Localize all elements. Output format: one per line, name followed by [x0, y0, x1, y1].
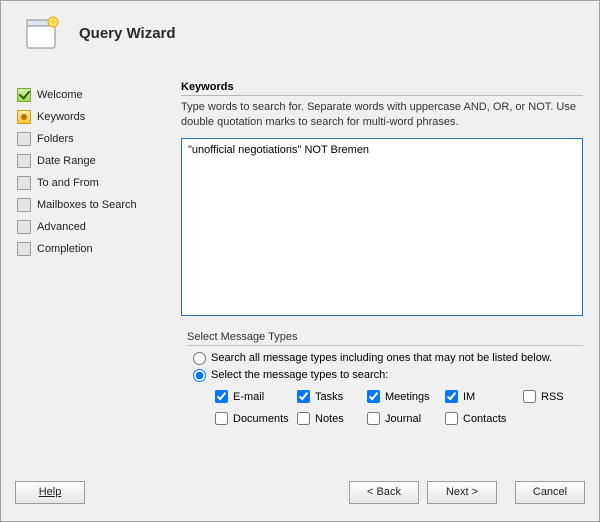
type-documents-checkbox[interactable] [215, 412, 228, 425]
radio-select-types[interactable]: Select the message types to search: [193, 369, 583, 382]
check-icon [17, 88, 31, 102]
type-documents-label: Documents [233, 413, 289, 425]
type-email-checkbox[interactable] [215, 390, 228, 403]
type-contacts-label: Contacts [463, 413, 506, 425]
type-meetings-label: Meetings [385, 391, 430, 403]
type-journal-label: Journal [385, 413, 421, 425]
step-label: Folders [37, 133, 74, 145]
message-types-group: Select Message Types Search all message … [181, 331, 583, 430]
wizard-title: Query Wizard [79, 25, 176, 42]
type-im-label: IM [463, 391, 475, 403]
radio-select-types-input[interactable] [193, 369, 206, 382]
pending-step-icon [17, 176, 31, 190]
type-contacts[interactable]: Contacts [445, 408, 523, 430]
type-rss[interactable]: RSS [523, 386, 583, 408]
next-button[interactable]: Next > [427, 481, 497, 504]
radio-search-all[interactable]: Search all message types including ones … [193, 352, 583, 365]
step-label: Date Range [37, 155, 96, 167]
type-email-label: E-mail [233, 391, 264, 403]
step-keywords[interactable]: Keywords [17, 107, 161, 127]
step-date-range[interactable]: Date Range [17, 151, 161, 171]
radio-search-all-input[interactable] [193, 352, 206, 365]
type-journal-checkbox[interactable] [367, 412, 380, 425]
type-rss-label: RSS [541, 391, 564, 403]
type-email[interactable]: E-mail [215, 386, 297, 408]
type-meetings-checkbox[interactable] [367, 390, 380, 403]
type-notes-label: Notes [315, 413, 344, 425]
help-button[interactable]: Help [15, 481, 85, 504]
type-contacts-checkbox[interactable] [445, 412, 458, 425]
step-completion[interactable]: Completion [17, 239, 161, 259]
step-label: To and From [37, 177, 99, 189]
types-grid: E-mail Tasks Meetings IM [215, 386, 583, 430]
type-notes[interactable]: Notes [297, 408, 367, 430]
step-folders[interactable]: Folders [17, 129, 161, 149]
wizard-icon [23, 14, 61, 52]
step-welcome[interactable]: Welcome [17, 85, 161, 105]
step-to-and-from[interactable]: To and From [17, 173, 161, 193]
message-types-legend: Select Message Types [187, 331, 583, 346]
type-rss-checkbox[interactable] [523, 390, 536, 403]
type-im[interactable]: IM [445, 386, 523, 408]
section-title: Keywords [181, 81, 583, 96]
step-advanced[interactable]: Advanced [17, 217, 161, 237]
keywords-input[interactable] [181, 138, 583, 316]
step-mailboxes[interactable]: Mailboxes to Search [17, 195, 161, 215]
pending-step-icon [17, 242, 31, 256]
wizard-window: Query Wizard Welcome Keywords Folders Da… [0, 0, 600, 522]
sidebar: Welcome Keywords Folders Date Range To a… [15, 61, 161, 473]
step-label: Completion [37, 243, 93, 255]
type-notes-checkbox[interactable] [297, 412, 310, 425]
main-panel: Keywords Type words to search for. Separ… [161, 61, 585, 473]
step-label: Advanced [37, 221, 86, 233]
type-tasks-label: Tasks [315, 391, 343, 403]
radio-select-types-label: Select the message types to search: [211, 369, 388, 381]
type-tasks-checkbox[interactable] [297, 390, 310, 403]
section-desc: Type words to search for. Separate words… [181, 100, 583, 130]
type-tasks[interactable]: Tasks [297, 386, 367, 408]
pending-step-icon [17, 132, 31, 146]
radio-search-all-label: Search all message types including ones … [211, 352, 552, 364]
type-meetings[interactable]: Meetings [367, 386, 445, 408]
type-im-checkbox[interactable] [445, 390, 458, 403]
body: Welcome Keywords Folders Date Range To a… [1, 61, 599, 473]
type-journal[interactable]: Journal [367, 408, 445, 430]
header: Query Wizard [1, 1, 599, 61]
pending-step-icon [17, 154, 31, 168]
footer: Help < Back Next > Cancel [1, 473, 599, 521]
pending-step-icon [17, 198, 31, 212]
help-button-label: Help [39, 486, 62, 498]
type-documents[interactable]: Documents [215, 408, 297, 430]
back-button[interactable]: < Back [349, 481, 419, 504]
step-label: Mailboxes to Search [37, 199, 137, 211]
step-label: Keywords [37, 111, 85, 123]
step-label: Welcome [37, 89, 83, 101]
pending-step-icon [17, 220, 31, 234]
current-step-icon [17, 110, 31, 124]
cancel-button[interactable]: Cancel [515, 481, 585, 504]
